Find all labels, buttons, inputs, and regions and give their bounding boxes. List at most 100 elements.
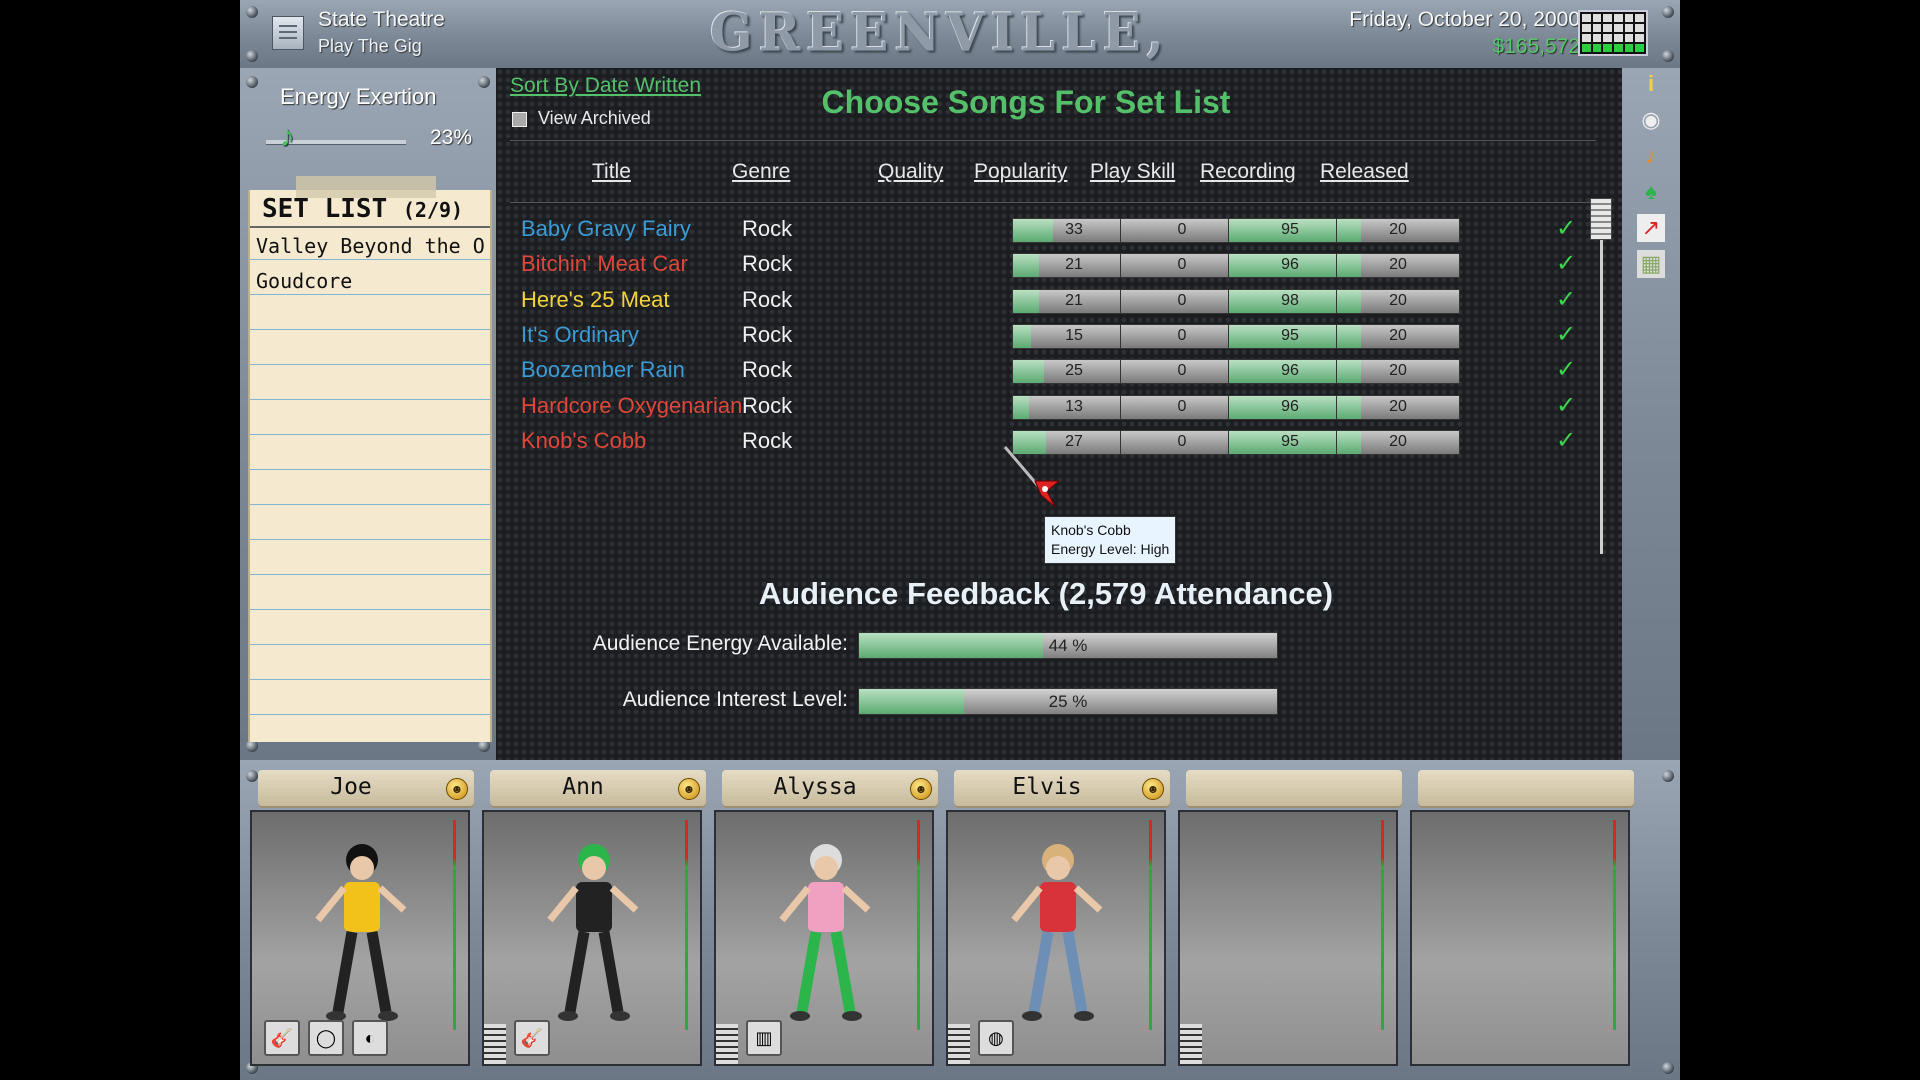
empty-nameplate bbox=[1418, 770, 1634, 808]
bar-value: 0 bbox=[1177, 221, 1187, 238]
instrument-slot-icon[interactable]: 🎸 bbox=[264, 1020, 300, 1056]
energy-percent: 23% bbox=[430, 126, 473, 149]
member-stage[interactable]: ▥ bbox=[714, 810, 934, 1066]
setlist-paper: SET LIST (2/9) Valley Beyond the O Goudc… bbox=[248, 190, 492, 742]
song-recording-bar: 20 bbox=[1336, 218, 1460, 243]
info-icon[interactable]: i bbox=[1637, 70, 1665, 98]
calendar-icon[interactable] bbox=[1578, 10, 1648, 56]
instrument-slot-icon[interactable]: ◍ bbox=[978, 1020, 1014, 1056]
bar-value: 96 bbox=[1281, 362, 1299, 380]
song-title[interactable]: Baby Gravy Fairy bbox=[521, 216, 691, 242]
column-header-genre[interactable]: Genre bbox=[732, 160, 790, 184]
song-title[interactable]: Hardcore Oxygenarian bbox=[521, 393, 742, 419]
left-panel: Energy Exertion ♪ 23% SET LIST (2/9) Val… bbox=[240, 68, 496, 760]
bar-value: 96 bbox=[1281, 256, 1299, 274]
column-header-play-skill[interactable]: Play Skill bbox=[1090, 160, 1175, 184]
empty-stage[interactable] bbox=[1410, 810, 1630, 1066]
song-recording-bar: 20 bbox=[1336, 394, 1460, 420]
song-title[interactable]: Bitchin' Meat Car bbox=[521, 251, 688, 277]
column-header-popularity[interactable]: Popularity bbox=[974, 160, 1067, 184]
column-header-released[interactable]: Released bbox=[1320, 160, 1409, 184]
setlist-item[interactable]: Goudcore bbox=[250, 263, 490, 298]
volume-fader[interactable] bbox=[1180, 1024, 1202, 1064]
band-member-figure bbox=[315, 844, 407, 1021]
guitar-cursor-icon bbox=[1003, 446, 1061, 508]
divider bbox=[510, 202, 1596, 203]
volume-fader[interactable] bbox=[948, 1024, 970, 1064]
audience-interest-label: Audience Interest Level: bbox=[622, 688, 848, 711]
guitar-icon[interactable]: ♠ bbox=[1637, 178, 1665, 206]
screw-icon bbox=[246, 50, 258, 62]
song-list-scrollbar[interactable] bbox=[1600, 198, 1603, 554]
instrument-slot-icon[interactable]: ▥ bbox=[746, 1020, 782, 1056]
table-row[interactable]: Hardcore Oxygenarian Rock 13 0 96 20 ✓ bbox=[496, 391, 1622, 423]
screw-icon bbox=[246, 6, 258, 18]
song-play-skill-bar: 95 bbox=[1228, 218, 1352, 243]
audience-interest-value: 25 % bbox=[1048, 692, 1088, 711]
member-nameplate: Ann ☻ bbox=[490, 770, 706, 808]
map-icon[interactable]: ▦ bbox=[1637, 250, 1665, 278]
disc-icon[interactable]: ◉ bbox=[1637, 106, 1665, 134]
level-meter bbox=[1381, 820, 1384, 1030]
venue-notes-icon[interactable] bbox=[272, 16, 304, 50]
setlist-count: (2/9) bbox=[402, 198, 464, 222]
bar-value: 25 bbox=[1065, 362, 1083, 380]
song-quality-bar: 21 bbox=[1012, 253, 1136, 279]
volume-fader[interactable] bbox=[484, 1024, 506, 1064]
band-member-figure bbox=[547, 844, 639, 1021]
song-title[interactable]: It's Ordinary bbox=[521, 322, 639, 348]
money-balance: $165,572 bbox=[1492, 35, 1580, 58]
song-recording-bar: 20 bbox=[1336, 253, 1460, 279]
current-date: Friday, October 20, 2000 bbox=[1349, 8, 1580, 31]
right-toolbar: i ◉ ♪ ♠ ↗ ▦ bbox=[1622, 68, 1680, 760]
song-quality-bar: 33 bbox=[1012, 218, 1136, 243]
song-genre: Rock bbox=[742, 427, 793, 453]
bar-value: 20 bbox=[1389, 256, 1407, 274]
table-row[interactable]: Bitchin' Meat Car Rock 21 0 96 20 ✓ bbox=[496, 250, 1622, 281]
member-stage[interactable]: ◍ bbox=[946, 810, 1166, 1066]
music-note-icon[interactable]: ♪ bbox=[1637, 142, 1665, 170]
table-row[interactable]: Boozember Rain Rock 25 0 96 20 ✓ bbox=[496, 356, 1622, 387]
bar-value: 15 bbox=[1065, 326, 1083, 344]
bar-value: 0 bbox=[1177, 397, 1187, 415]
song-title[interactable]: Knob's Cobb bbox=[521, 428, 646, 454]
instrument-slot-icon[interactable]: ◐ bbox=[352, 1020, 388, 1056]
song-title[interactable]: Here's 25 Meat bbox=[521, 287, 670, 313]
released-check-icon: ✓ bbox=[1556, 391, 1577, 419]
released-check-icon: ✓ bbox=[1556, 250, 1577, 278]
instrument-slot-icon[interactable]: ◯ bbox=[308, 1020, 344, 1056]
instrument-slot-icon[interactable]: 🎸 bbox=[514, 1020, 550, 1056]
column-header-recording[interactable]: Recording bbox=[1200, 160, 1296, 184]
bar-value: 20 bbox=[1389, 362, 1407, 380]
energy-slider-handle-note-icon[interactable]: ♪ bbox=[280, 120, 295, 154]
empty-nameplate bbox=[1186, 770, 1402, 808]
bar-value: 20 bbox=[1389, 291, 1407, 309]
table-row[interactable]: It's Ordinary Rock 15 0 95 20 ✓ bbox=[496, 321, 1622, 352]
member-stage[interactable]: 🎸 ◯ ◐ bbox=[250, 810, 470, 1066]
view-archived-label: View Archived bbox=[538, 108, 651, 128]
volume-fader[interactable] bbox=[716, 1024, 738, 1064]
view-archived-checkbox[interactable] bbox=[512, 112, 527, 127]
column-header-title[interactable]: Title bbox=[592, 160, 631, 184]
bar-value: 98 bbox=[1281, 291, 1299, 309]
table-row[interactable]: Baby Gravy Fairy Rock 33 0 95 20 ✓ bbox=[496, 215, 1622, 246]
bar-value: 95 bbox=[1281, 221, 1299, 238]
bar-value: 0 bbox=[1177, 362, 1187, 380]
member-stage[interactable]: 🎸 bbox=[482, 810, 702, 1066]
tape-strip bbox=[296, 176, 436, 198]
bar-value: 96 bbox=[1281, 397, 1299, 415]
setlist-item[interactable]: Valley Beyond the O bbox=[250, 228, 490, 263]
audience-energy-label: Audience Energy Available: bbox=[592, 632, 848, 655]
sort-by-date-link[interactable]: Sort By Date Written bbox=[510, 74, 701, 98]
chart-icon[interactable]: ↗ bbox=[1637, 214, 1665, 242]
panel-title: Choose Songs For Set List bbox=[821, 84, 1231, 120]
member-nameplate: Elvis ☻ bbox=[954, 770, 1170, 808]
table-row[interactable]: Here's 25 Meat Rock 21 0 98 20 ✓ bbox=[496, 286, 1622, 317]
song-title[interactable]: Boozember Rain bbox=[521, 357, 685, 383]
bar-value: 20 bbox=[1389, 432, 1407, 450]
bar-value: 20 bbox=[1389, 221, 1407, 238]
audience-energy-value: 44 % bbox=[1048, 636, 1088, 655]
column-header-quality[interactable]: Quality bbox=[878, 160, 943, 184]
song-list-scroll-thumb[interactable] bbox=[1590, 198, 1612, 240]
empty-stage[interactable] bbox=[1178, 810, 1398, 1066]
